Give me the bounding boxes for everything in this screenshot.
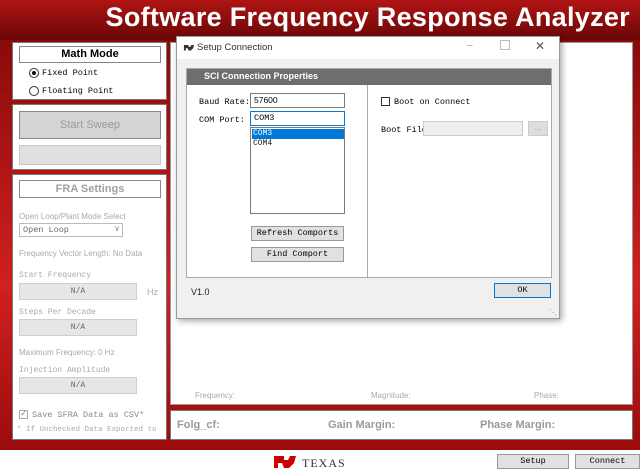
results-bar: Folg_cf: Gain Margin: Phase Margin: <box>170 410 633 440</box>
start-frequency-unit: Hz <box>147 287 158 297</box>
phase-readout: Phase: <box>534 391 559 400</box>
boot-on-connect-checkbox[interactable] <box>381 97 390 106</box>
phase-margin-label: Phase Margin: <box>480 419 556 431</box>
group-divider <box>367 85 368 277</box>
injection-amplitude-label: Injection Amplitude <box>19 366 111 375</box>
com-port-input[interactable]: COM3 <box>250 111 345 126</box>
close-icon[interactable]: ✕ <box>535 39 545 53</box>
baud-rate-label: Baud Rate: <box>199 97 251 107</box>
save-csv-label: Save SFRA Data as CSV* <box>32 410 145 420</box>
com-port-option[interactable]: COM3 <box>252 129 344 139</box>
ti-logo-icon <box>183 44 195 51</box>
title-banner: Software Frequency Response Analyzer <box>0 0 640 40</box>
math-mode-title: Math Mode <box>19 46 161 63</box>
resize-grip-icon[interactable]: ⋱ <box>549 308 557 317</box>
maximize-icon[interactable] <box>500 40 510 50</box>
dialog-title: Setup Connection <box>197 42 273 53</box>
checkmark-icon: ✓ <box>20 408 28 418</box>
boot-on-connect-label: Boot on Connect <box>394 97 471 107</box>
boot-file-input[interactable] <box>423 121 523 136</box>
dialog-titlebar: Setup Connection – ✕ <box>177 37 559 59</box>
refresh-comports-button[interactable]: Refresh Comports <box>251 226 344 241</box>
com-port-list[interactable]: COM3 COM4 <box>250 127 345 214</box>
ti-logo-icon <box>274 456 296 468</box>
browse-button[interactable]: ... <box>528 121 548 136</box>
magnitude-readout: Magnitude: <box>371 391 411 400</box>
floating-point-radio[interactable] <box>29 86 39 96</box>
frequency-readout: Frequency: <box>195 391 236 400</box>
max-frequency-label: Maximum Frequency: 0 Hz <box>19 348 115 357</box>
baud-rate-input[interactable]: 57600 <box>250 93 345 108</box>
sci-properties-group: SCI Connection Properties Baud Rate: 576… <box>186 68 552 278</box>
fra-settings-title: FRA Settings <box>19 180 161 198</box>
version-label: V1.0 <box>191 287 210 297</box>
com-port-label: COM Port: <box>199 115 245 125</box>
floating-point-label: Floating Point <box>42 86 114 96</box>
find-comport-button[interactable]: Find Comport <box>251 247 344 262</box>
setup-button[interactable]: Setup <box>497 454 569 469</box>
gain-margin-label: Gain Margin: <box>328 419 396 431</box>
fra-settings-panel: FRA Settings Open Loop/Plant Mode Select… <box>12 174 167 440</box>
math-mode-panel: Math Mode Fixed Point Floating Point <box>12 42 167 100</box>
sci-properties-header: SCI Connection Properties <box>187 69 551 85</box>
com-port-option[interactable]: COM4 <box>252 139 344 149</box>
sci-properties-title: SCI Connection Properties <box>204 71 319 81</box>
fixed-point-label: Fixed Point <box>42 68 99 78</box>
chevron-down-icon: ∨ <box>114 224 120 233</box>
ok-button[interactable]: OK <box>494 283 551 298</box>
loop-mode-value: Open Loop <box>23 225 69 235</box>
csv-footnote: * If Unchecked Data Exported to <box>17 426 157 434</box>
steps-per-decade-field[interactable]: N/A <box>19 319 137 336</box>
freq-vector-length-label: Frequency Vector Length: No Data <box>19 249 143 258</box>
save-csv-checkbox[interactable]: ✓ <box>19 408 28 419</box>
fixed-point-radio[interactable] <box>29 68 39 78</box>
sweep-panel: Start Sweep <box>12 104 167 170</box>
injection-amplitude-field[interactable]: N/A <box>19 377 137 394</box>
app-title: Software Frequency Response Analyzer <box>105 2 630 32</box>
sweep-status-bar <box>19 145 161 165</box>
start-sweep-button[interactable]: Start Sweep <box>19 111 161 139</box>
loop-mode-label: Open Loop/Plant Mode Select <box>19 212 126 221</box>
footer: TEXAS Setup Connect <box>0 450 640 470</box>
start-frequency-field[interactable]: N/A <box>19 283 137 300</box>
connect-button[interactable]: Connect <box>575 454 640 469</box>
loop-mode-select[interactable]: Open Loop ∨ <box>19 223 123 237</box>
steps-per-decade-label: Steps Per Decade <box>19 308 96 317</box>
start-frequency-label: Start Frequency <box>19 271 92 280</box>
minimize-icon[interactable]: – <box>467 40 473 51</box>
setup-connection-dialog: Setup Connection – ✕ SCI Connection Prop… <box>176 36 560 319</box>
folg-cf-label: Folg_cf: <box>177 419 220 431</box>
